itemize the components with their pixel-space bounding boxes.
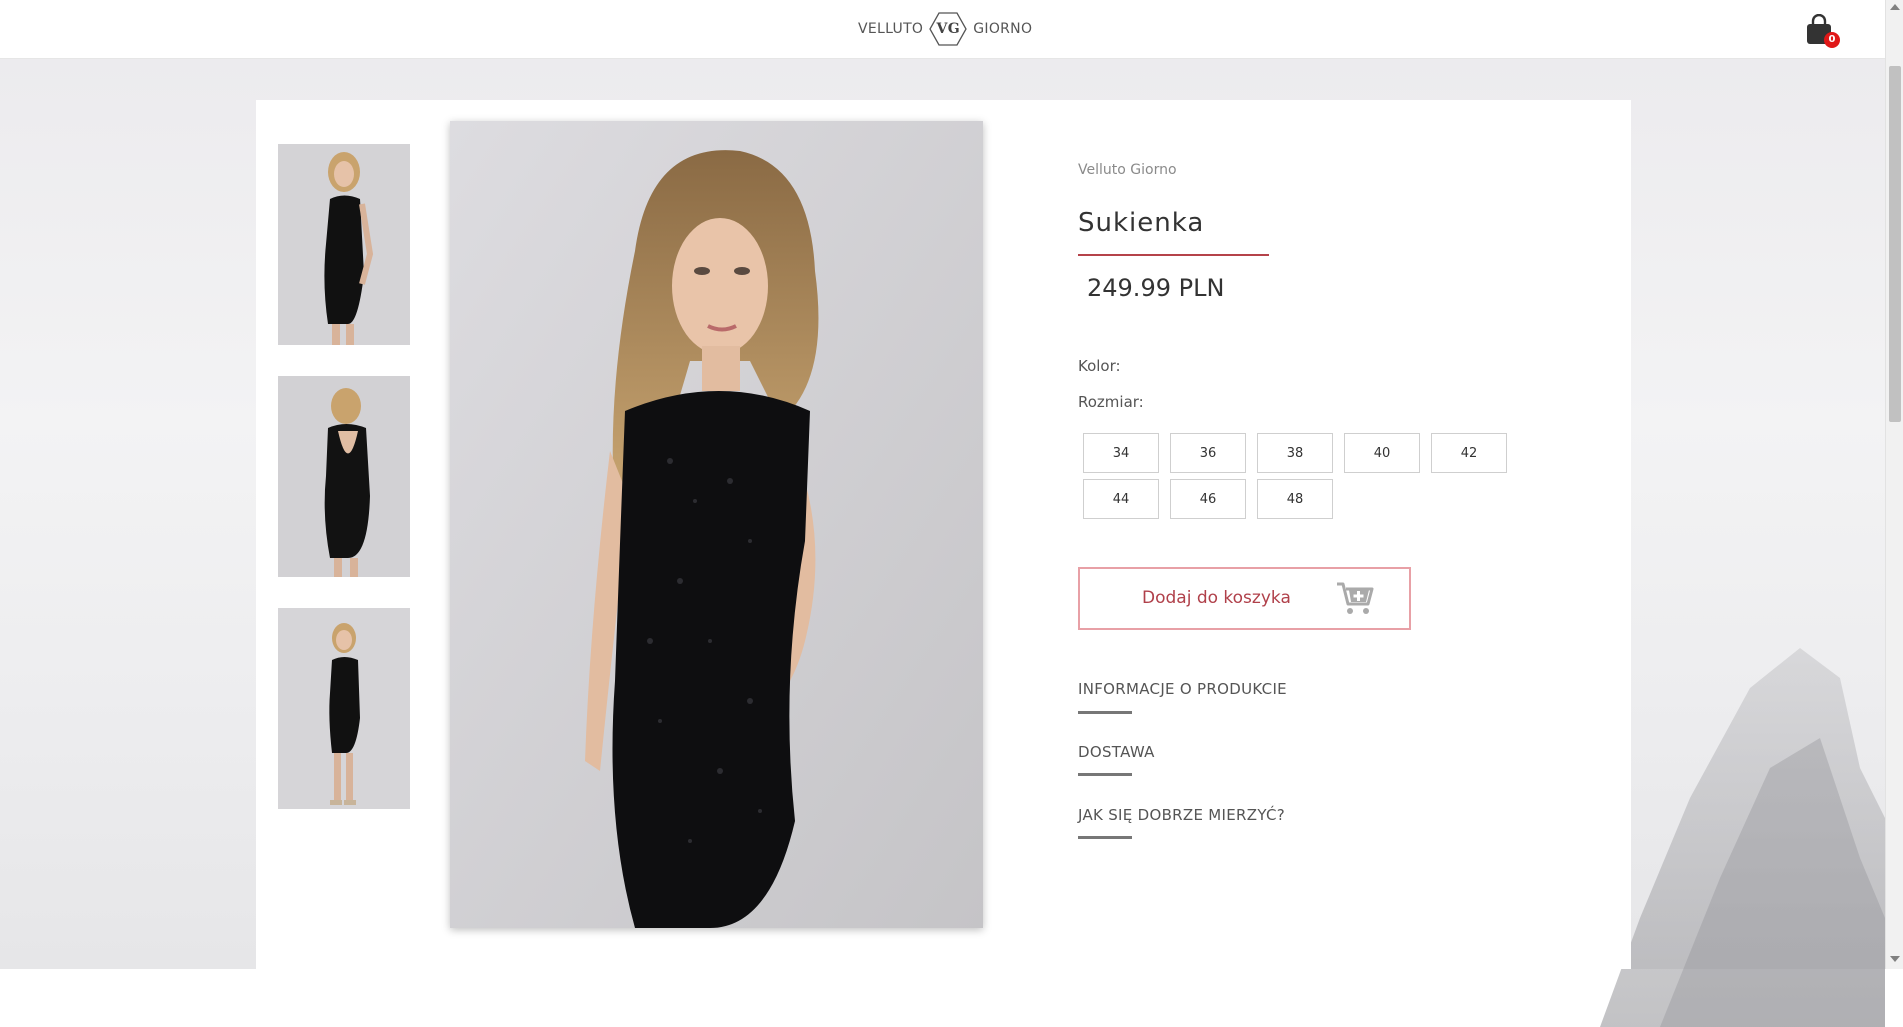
product-brand[interactable]: Velluto Giorno [1078, 162, 1177, 178]
product-price: 249.99 PLN [1087, 274, 1225, 302]
cart-add-icon [1337, 582, 1374, 614]
product-title: Sukienka [1078, 208, 1205, 238]
site-logo[interactable]: VELLUTO VG GIORNO [858, 12, 1032, 46]
add-to-cart-button[interactable]: Dodaj do koszyka [1078, 567, 1411, 630]
color-label: Kolor: [1078, 357, 1121, 375]
product-thumbnail-back[interactable] [278, 376, 410, 577]
site-header: VELLUTO VG GIORNO 0 [0, 0, 1885, 59]
page-scrollbar[interactable] [1885, 0, 1903, 969]
product-thumbnail-side[interactable] [278, 608, 410, 809]
mountain-background-image [1600, 648, 1885, 1027]
size-option-42[interactable]: 42 [1431, 433, 1507, 473]
cart-button[interactable]: 0 [1804, 13, 1840, 48]
size-option-46[interactable]: 46 [1170, 479, 1246, 519]
logo-text-left: VELLUTO [858, 21, 924, 37]
section-underline [1078, 711, 1132, 714]
size-option-40[interactable]: 40 [1344, 433, 1420, 473]
product-thumbnail-front[interactable] [278, 144, 410, 345]
section-underline [1078, 773, 1132, 776]
logo-text-right: GIORNO [973, 21, 1033, 37]
scrollbar-thumb[interactable] [1889, 66, 1901, 422]
logo-mark: VG [936, 21, 960, 37]
section-delivery[interactable]: DOSTAWA [1078, 743, 1155, 761]
section-measuring-guide[interactable]: JAK SIĘ DOBRZE MIERZYĆ? [1078, 806, 1285, 824]
product-main-image[interactable] [450, 121, 983, 928]
section-product-info[interactable]: INFORMACJE O PRODUKCIE [1078, 680, 1287, 698]
size-option-38[interactable]: 38 [1257, 433, 1333, 473]
cart-count-badge: 0 [1824, 32, 1840, 48]
size-option-36[interactable]: 36 [1170, 433, 1246, 473]
add-to-cart-label: Dodaj do koszyka [1142, 588, 1291, 608]
scroll-down-arrow-icon[interactable] [1890, 956, 1900, 962]
section-underline [1078, 836, 1132, 839]
scroll-up-arrow-icon[interactable] [1890, 4, 1900, 10]
size-option-44[interactable]: 44 [1083, 479, 1159, 519]
size-label: Rozmiar: [1078, 393, 1144, 411]
logo-hexagon-icon: VG [929, 12, 967, 46]
size-option-48[interactable]: 48 [1257, 479, 1333, 519]
size-option-34[interactable]: 34 [1083, 433, 1159, 473]
title-underline [1078, 254, 1269, 256]
